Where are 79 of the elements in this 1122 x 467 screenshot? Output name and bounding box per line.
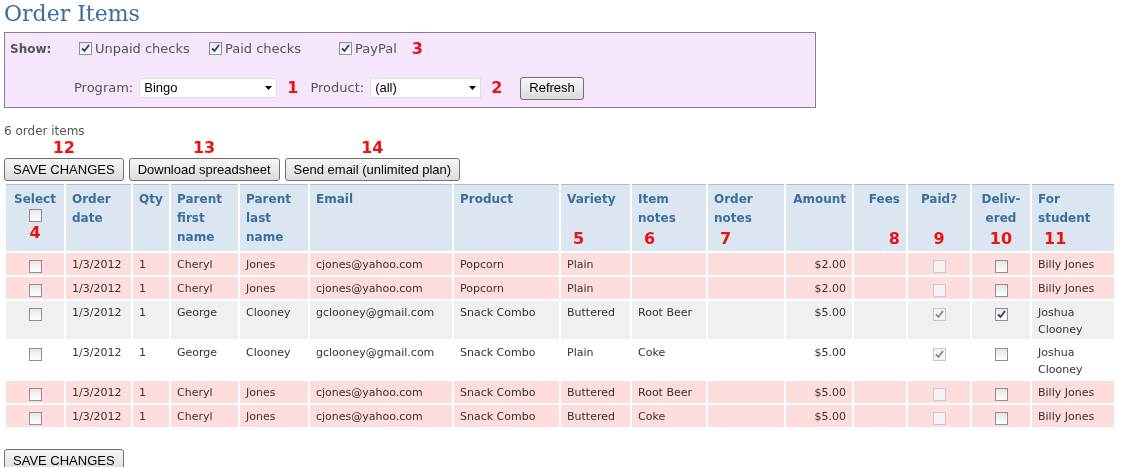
action-button[interactable]: Send email (unlimited plan) (284, 158, 461, 181)
table-cell: cjones@yahoo.com (309, 252, 453, 276)
table-cell: Cheryl (170, 404, 239, 428)
table-cell: Billy Jones (1031, 404, 1115, 428)
checkbox[interactable] (28, 284, 42, 297)
checkmark-icon (934, 350, 944, 359)
checkbox[interactable] (79, 42, 92, 56)
column-title: Qty (139, 191, 163, 208)
annotation-number: 2 (491, 80, 503, 96)
checkbox[interactable] (994, 260, 1008, 273)
checkmark-icon (211, 44, 220, 54)
dropdown[interactable]: (all) (370, 78, 482, 98)
column-title: Parent last name (246, 191, 292, 246)
column-title: Fees (868, 191, 900, 208)
checkbox[interactable] (28, 308, 42, 321)
table-cell: $5.00 (785, 404, 853, 428)
table-cell: Jones (239, 404, 309, 428)
action-button[interactable]: SAVE CHANGES (4, 449, 124, 467)
show-label: Show: (10, 40, 53, 58)
checkbox[interactable] (994, 388, 1008, 401)
checkbox[interactable] (994, 284, 1008, 297)
caret-icon (469, 86, 477, 90)
column-title: Order notes (714, 191, 754, 227)
checkbox-label: Paid checks (225, 40, 302, 58)
annotation-number: 13 (193, 140, 216, 156)
column-title: Item notes (638, 191, 677, 227)
checkbox[interactable] (209, 42, 222, 56)
column-title: Variety (567, 191, 616, 208)
annotation-number: 1 (287, 80, 299, 96)
column-title: Amount (793, 191, 846, 208)
field-label: Program: (74, 79, 134, 98)
column-title: For student (1038, 191, 1092, 227)
action-button[interactable]: SAVE CHANGES (4, 158, 124, 181)
action-button[interactable]: Download spreadsheet (128, 158, 280, 181)
checkmark-icon (934, 310, 944, 319)
column-title: Select (14, 191, 56, 208)
table-cell: Buttered (560, 404, 631, 428)
annotation-number: 10 (989, 231, 1013, 247)
table-cell: 1 (132, 404, 170, 428)
field-label: Product: (310, 79, 365, 98)
checkbox[interactable] (28, 412, 42, 425)
checkmark-icon (996, 310, 1006, 319)
item-count: 6 order items (4, 123, 86, 140)
checkbox[interactable] (28, 388, 42, 401)
column-title: Product (460, 191, 513, 208)
checkbox[interactable] (994, 412, 1008, 425)
table-cell: Snack Combo (453, 404, 560, 428)
annotation-number: 12 (52, 140, 75, 156)
page-title: Order Items (4, 0, 141, 28)
table-cell: cjones@yahoo.com (309, 404, 453, 428)
annotation-number: 8 (888, 231, 900, 247)
checkmark-icon (81, 44, 90, 54)
column-title: Paid? (920, 191, 958, 208)
annotation-number: 14 (361, 140, 384, 156)
annotation-number: 4 (29, 225, 41, 241)
annotation-number: 11 (1044, 231, 1067, 247)
caret-icon (265, 86, 273, 90)
checkbox-label: Unpaid checks (95, 40, 190, 58)
checkbox[interactable] (28, 209, 42, 222)
annotation-number: 3 (411, 40, 423, 57)
column-title: Deliv-ered (980, 191, 1022, 227)
dropdown[interactable]: Bingo (139, 78, 278, 98)
checkbox-label: PayPal (355, 40, 397, 58)
annotation-number: 6 (644, 231, 656, 247)
table-cell: 1/3/2012 (65, 404, 132, 428)
annotation-number: 9 (933, 231, 945, 247)
checkbox[interactable] (28, 348, 42, 361)
annotation-number: 7 (720, 231, 732, 247)
annotation-number: 5 (573, 231, 585, 247)
checkbox[interactable] (994, 348, 1008, 361)
checkbox[interactable] (339, 42, 352, 56)
checkmark-icon (341, 44, 350, 54)
table-cell: Coke (631, 404, 707, 428)
checkbox[interactable] (994, 308, 1008, 321)
column-title: Email (316, 191, 354, 208)
column-title: Order date (72, 191, 112, 227)
action-button[interactable]: Refresh (520, 76, 584, 100)
column-title: Parent first name (177, 191, 223, 246)
checkbox[interactable] (28, 260, 42, 273)
